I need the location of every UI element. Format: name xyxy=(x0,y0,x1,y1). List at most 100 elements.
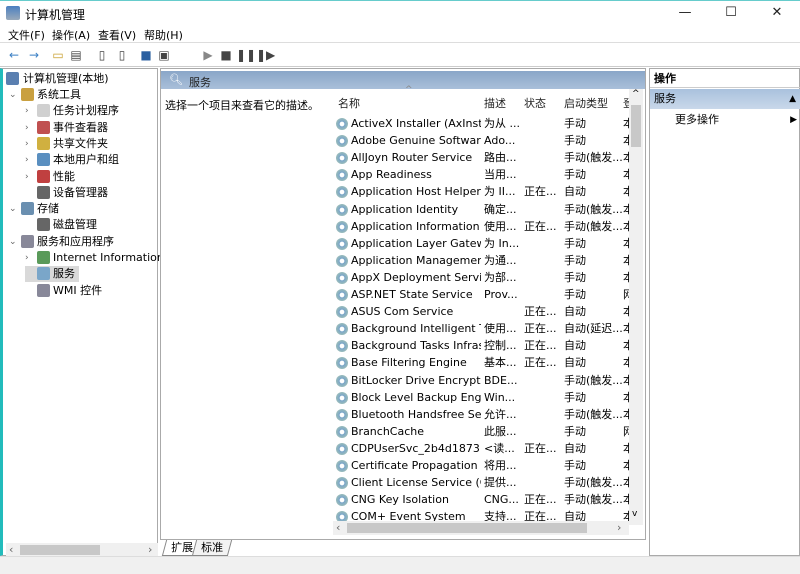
service-description: 当用... xyxy=(484,168,517,182)
service-row[interactable]: AllJoyn Router Service 路由... 手动(触发... 本 xyxy=(333,149,629,166)
service-startup-type: 手动 xyxy=(564,288,586,301)
tree-node-icon xyxy=(37,153,50,167)
forward-icon[interactable]: → xyxy=(26,47,42,63)
column-startup-type[interactable]: 启动类型 xyxy=(564,95,608,111)
service-row[interactable]: BranchCache 此服... 手动网 xyxy=(333,423,629,440)
vertical-scrollbar[interactable]: ^ v xyxy=(629,89,643,525)
start-icon[interactable]: ▶ xyxy=(200,47,216,63)
menu-file[interactable]: 文件(F) xyxy=(8,27,45,43)
chevron-right-icon[interactable]: › xyxy=(25,169,35,185)
service-status: 正在... xyxy=(524,493,557,507)
maximize-button[interactable]: ☐ xyxy=(708,1,754,26)
show-tree-icon[interactable]: ▤ xyxy=(68,47,84,63)
chevron-right-icon[interactable]: › xyxy=(25,250,35,266)
scroll-up-icon[interactable]: ^ xyxy=(632,89,640,99)
service-row[interactable]: CNG Key Isolation CNG... 正在... 手动(触发... 本 xyxy=(333,491,629,508)
service-name: Application Information xyxy=(351,219,480,233)
close-button[interactable]: ✕ xyxy=(754,1,800,26)
service-name: Client License Service (Cli... xyxy=(351,476,481,490)
chevron-right-icon[interactable]: › xyxy=(25,103,35,119)
stop-icon[interactable]: ■ xyxy=(218,47,234,63)
column-description[interactable]: 描述 xyxy=(484,95,506,111)
service-row[interactable]: Application Management 为通... 手动本 xyxy=(333,252,629,269)
actions-pane: 操作 服务 ▲ 更多操作 ▶ xyxy=(649,68,800,556)
up-folder-icon[interactable]: ▭ xyxy=(50,47,66,63)
service-name: BranchCache xyxy=(351,424,425,438)
scroll-thumb[interactable] xyxy=(631,105,641,147)
export-icon[interactable]: ▯ xyxy=(114,47,130,63)
scroll-thumb[interactable] xyxy=(20,545,100,555)
service-gear-icon xyxy=(336,271,348,284)
console-icon[interactable]: ▣ xyxy=(156,47,172,63)
service-row[interactable]: Application Information 使用... 正在... 手动(触发..… xyxy=(333,218,629,235)
properties-icon[interactable]: ▯ xyxy=(94,47,110,63)
chevron-down-icon[interactable]: ⌄ xyxy=(9,234,19,250)
service-startup-type: 手动(触发... xyxy=(564,407,622,421)
chevron-right-icon[interactable]: › xyxy=(25,136,35,152)
actions-section-services[interactable]: 服务 ▲ xyxy=(650,89,800,109)
service-gear-icon xyxy=(336,374,348,387)
service-description: 控制... xyxy=(484,339,517,353)
horizontal-scrollbar[interactable]: ‹ › xyxy=(333,521,629,535)
service-row[interactable]: Client License Service (Cli...提供... 手动(触发… xyxy=(333,474,629,491)
service-name: Background Intelligent T... xyxy=(351,322,481,336)
scroll-left-icon[interactable]: ‹ xyxy=(9,543,13,556)
computer-management-icon xyxy=(6,6,20,20)
service-row[interactable]: Application Layer Gatewa...为 In...手动本 xyxy=(333,235,629,252)
tree-item[interactable]: 服务 xyxy=(25,266,79,283)
column-status[interactable]: 状态 xyxy=(524,95,546,111)
service-startup-type: 自动 xyxy=(564,441,586,455)
menu-action[interactable]: 操作(A) xyxy=(52,27,90,43)
more-actions-item[interactable]: 更多操作 ▶ xyxy=(650,111,800,129)
service-row[interactable]: CDPUserSvc_2b4d1873 <读... 正在... 自动本 xyxy=(333,440,629,457)
chevron-down-icon[interactable]: ⌄ xyxy=(9,201,19,217)
tree-node-icon xyxy=(21,88,34,101)
service-startup-type: 自动 xyxy=(564,185,586,199)
service-gear-icon xyxy=(336,135,348,148)
service-startup-type: 自动(延迟... xyxy=(564,322,622,336)
minimize-button[interactable]: — xyxy=(662,1,708,26)
pause-icon[interactable]: ❚❚ xyxy=(236,47,256,63)
tree-node-icon xyxy=(21,234,34,248)
resume-icon[interactable]: ❚▶ xyxy=(256,47,275,63)
menu-help[interactable]: 帮助(H) xyxy=(144,27,183,43)
service-name: Background Tasks Infras... xyxy=(351,339,481,353)
service-row[interactable]: Application Identity 确定... 手动(触发... 本 xyxy=(333,201,629,218)
service-row[interactable]: ActiveX Installer (AxInstSV)为从 ...手动本 xyxy=(333,115,629,132)
service-description: 将用... xyxy=(484,459,517,472)
chevron-right-icon[interactable]: › xyxy=(25,152,35,168)
scroll-right-icon[interactable]: › xyxy=(148,543,152,556)
service-row[interactable]: Certificate Propagation 将用... 手动本 xyxy=(333,457,629,474)
service-row[interactable]: ASP.NET State Service Prov... 手动网 xyxy=(333,286,629,303)
chevron-down-icon[interactable]: ⌄ xyxy=(9,87,19,103)
collapse-icon[interactable]: ▲ xyxy=(789,89,796,109)
service-row[interactable]: Background Intelligent T... 使用... 正在... 自动(… xyxy=(333,320,629,337)
service-row[interactable]: Bluetooth Handsfree Ser...允许...手动(触发...本 xyxy=(333,406,629,423)
tab-standard[interactable]: 标准 xyxy=(191,540,233,556)
service-row[interactable]: Background Tasks Infras... 控制... 正在... 自动本 xyxy=(333,337,629,354)
tree-node-icon xyxy=(37,218,50,232)
service-row[interactable]: BitLocker Drive Encryptio...BDE... 手动(触发.… xyxy=(333,372,629,389)
chevron-right-icon[interactable]: › xyxy=(25,120,35,136)
service-status: 正在... xyxy=(524,441,557,455)
service-row[interactable]: App Readiness 当用... 手动本 xyxy=(333,166,629,183)
service-row[interactable]: Base Filtering Engine 基本... 正在... 自动本 xyxy=(333,354,629,371)
scroll-left-icon[interactable]: ‹ xyxy=(336,521,340,534)
service-row[interactable]: ASUS Com Service 正在... 自动本 xyxy=(333,303,629,320)
service-row[interactable]: Adobe Genuine Software...Ado...手动本 xyxy=(333,132,629,149)
help-icon[interactable]: ■ xyxy=(138,47,154,63)
back-icon[interactable]: ← xyxy=(6,47,22,63)
service-row[interactable]: AppX Deployment Servic...为部...手动本 xyxy=(333,269,629,286)
scroll-thumb[interactable] xyxy=(347,523,587,533)
service-name: ASUS Com Service xyxy=(351,305,454,319)
service-row[interactable]: Block Level Backup Engi... Win... 手动本 xyxy=(333,389,629,406)
service-row[interactable]: Application Host Helper ... 为 II... 正在... 自… xyxy=(333,183,629,200)
service-name: ActiveX Installer (AxInstSV) xyxy=(351,117,481,130)
services-header: 🔍︎ 服务 xyxy=(161,71,645,89)
scroll-right-icon[interactable]: › xyxy=(617,521,621,534)
tree-node-icon xyxy=(21,202,34,216)
tree-horizontal-scrollbar[interactable]: ‹ › xyxy=(6,543,158,557)
menu-view[interactable]: 查看(V) xyxy=(98,27,136,43)
column-name[interactable]: 名称 xyxy=(338,95,360,111)
scroll-down-icon[interactable]: v xyxy=(632,509,637,519)
